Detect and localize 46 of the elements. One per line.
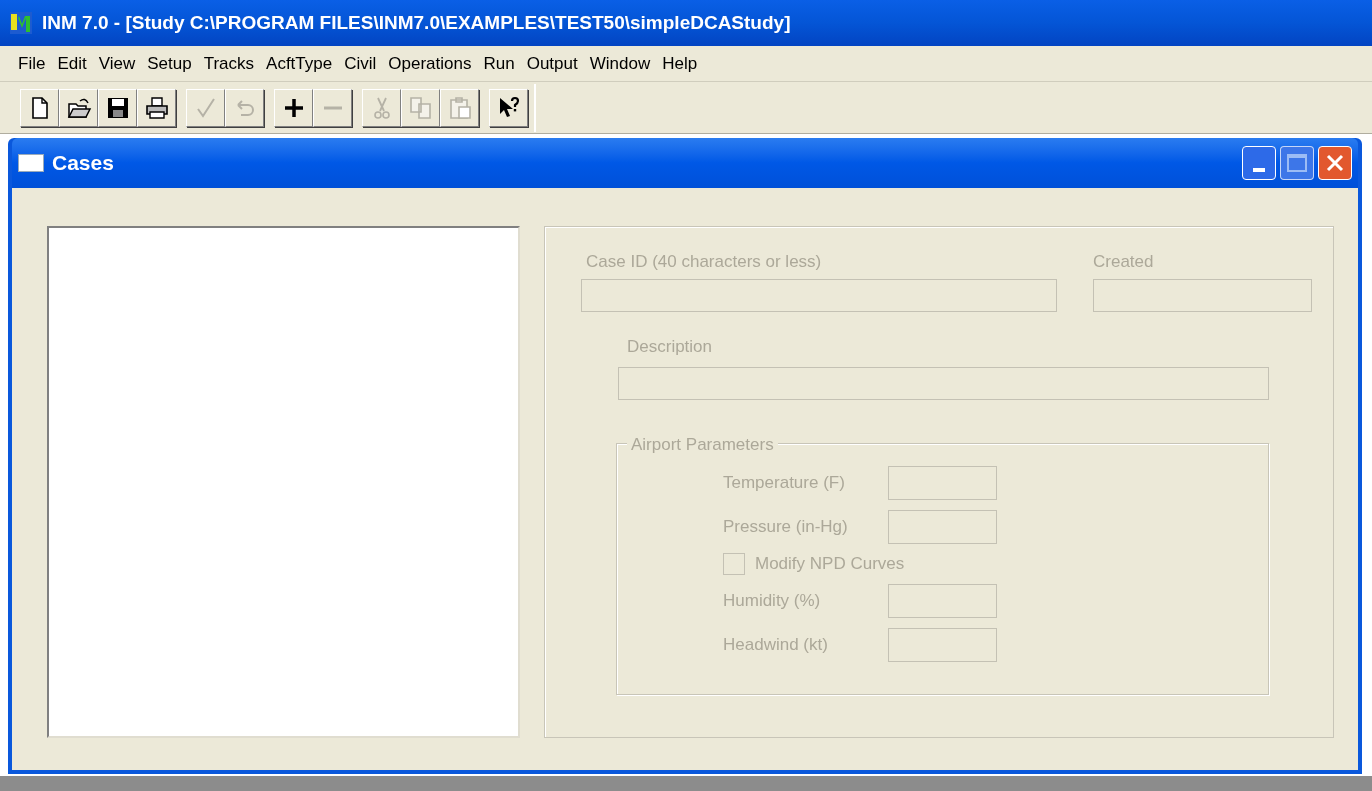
window-title: Cases bbox=[52, 150, 114, 177]
field-label: Pressure (in-Hg) bbox=[723, 516, 849, 539]
toolbar-button[interactable] bbox=[59, 88, 98, 127]
maximize-button[interactable] bbox=[1280, 146, 1314, 180]
minus-icon bbox=[323, 105, 342, 110]
input-field[interactable] bbox=[1093, 278, 1312, 312]
field-label: Description bbox=[626, 335, 714, 358]
toolbar-button[interactable] bbox=[98, 88, 137, 127]
field-label: Headwind (kt) bbox=[723, 633, 829, 656]
menu-item[interactable]: Operations bbox=[382, 50, 478, 77]
menu-item[interactable]: Output bbox=[520, 50, 584, 77]
toolbar-button[interactable] bbox=[20, 88, 59, 127]
input-field[interactable] bbox=[888, 466, 997, 500]
printer-icon bbox=[143, 94, 170, 121]
field-label: Humidity (%) bbox=[723, 589, 822, 612]
input-field[interactable] bbox=[888, 583, 997, 618]
window-title: INM 7.0 - [Study C:\PROGRAM FILES\INM7.0\EXAMPLES\TEST50\simpleDCAStudy] bbox=[42, 10, 791, 35]
menu-item[interactable]: Setup bbox=[141, 50, 198, 77]
toolbar-button[interactable] bbox=[489, 88, 528, 127]
minimize-icon bbox=[1253, 168, 1265, 172]
input-field[interactable] bbox=[618, 367, 1269, 400]
menu-item[interactable]: Help bbox=[656, 50, 704, 77]
app-logo-icon bbox=[8, 10, 34, 36]
input-field[interactable] bbox=[888, 510, 997, 544]
menu-item[interactable]: View bbox=[92, 50, 142, 77]
menu-item[interactable]: File bbox=[12, 50, 52, 77]
close-icon bbox=[1326, 154, 1344, 172]
input-field[interactable] bbox=[581, 278, 1057, 312]
menu-item[interactable]: Civil bbox=[338, 50, 383, 77]
menu-item[interactable]: Edit bbox=[51, 50, 93, 77]
field-label: Case ID (40 characters or less) bbox=[585, 251, 823, 273]
menu-item[interactable]: Window bbox=[583, 50, 657, 77]
toolbar-button[interactable] bbox=[137, 88, 176, 127]
field-label: Temperature (F) bbox=[723, 472, 846, 495]
maximize-icon bbox=[1287, 154, 1307, 172]
field-label: Created bbox=[1093, 251, 1155, 273]
menu-item[interactable]: Run bbox=[477, 50, 521, 77]
field-label: Modify NPD Curves bbox=[755, 553, 905, 575]
toolbar-button[interactable] bbox=[274, 88, 313, 127]
minimize-button[interactable] bbox=[1242, 146, 1276, 180]
copy-icon bbox=[407, 94, 434, 121]
window-icon bbox=[18, 154, 44, 172]
menu-item[interactable]: Tracks bbox=[197, 50, 261, 77]
input-field[interactable] bbox=[888, 627, 997, 662]
close-button[interactable] bbox=[1318, 146, 1352, 180]
menu-item[interactable]: AcftType bbox=[260, 50, 339, 77]
